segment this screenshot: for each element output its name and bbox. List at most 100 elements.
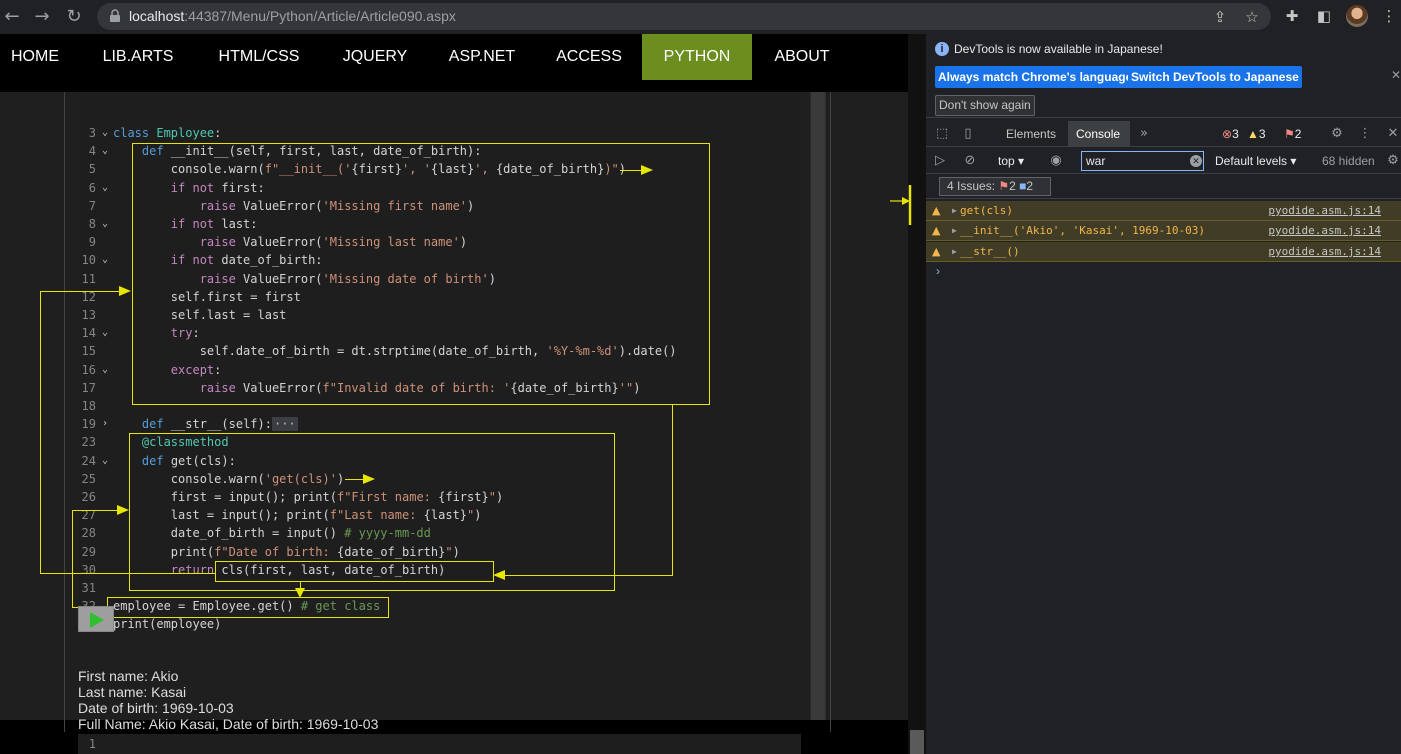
close-banner-icon[interactable]: ✕ [1391,68,1401,82]
close-devtools-icon[interactable]: ✕ [1385,126,1401,142]
code-line[interactable]: 3 ⌄ class Employee: [78,124,801,142]
clear-filter-icon[interactable]: ✕ [1190,155,1202,167]
line-number: 29 [81,544,96,559]
play-icon [90,612,104,628]
code-line[interactable]: 19 › def __str__(self): ··· [78,415,801,433]
fold-chevron-icon[interactable]: ⌄ [102,215,110,233]
nav-jquery[interactable]: JQUERY [332,34,418,80]
nav-python[interactable]: PYTHON [642,34,752,80]
fold-chevron-icon[interactable]: ⌄ [102,251,110,269]
console-prompt-icon[interactable]: › [936,264,940,278]
screen: ← → ↻ localhost:44387/Menu/Python/Articl… [0,0,1401,754]
address-bar[interactable]: localhost:44387/Menu/Python/Article/Arti… [97,3,1271,30]
more-tabs-chevron-icon[interactable]: » [1136,126,1152,142]
warning-triangle-icon: ▲ [932,204,941,217]
extensions-puzzle-icon[interactable]: ✚ [1281,5,1303,27]
console-filter-input[interactable] [1081,151,1204,171]
flow-line-to-init [40,291,124,292]
fold-chevron-icon[interactable]: ⌄ [102,324,110,342]
expand-triangle-icon[interactable]: ▶ [952,242,957,262]
editor-scrollbar[interactable] [810,92,826,720]
annotation-box-init [132,143,710,405]
bookmark-star-icon[interactable]: ☆ [1242,7,1262,27]
line-number: 31 [81,581,96,595]
devtools-menu-icon[interactable]: ⋮ [1357,126,1373,142]
nav-about[interactable]: ABOUT [762,34,842,80]
source-link[interactable]: pyodide.asm.js:14 [1268,242,1381,262]
fold-chevron-icon[interactable]: › [102,415,110,433]
nav-home[interactable]: HOME [0,34,70,80]
forward-icon[interactable]: → [30,5,54,29]
kebab-menu-icon[interactable]: ⋮ [1378,5,1400,27]
url-text[interactable]: localhost:44387/Menu/Python/Article/Arti… [129,8,456,24]
issue-flag-icon: ⚑ [1284,127,1295,141]
issues-button[interactable]: 4 Issues: ⚑2 ■2 [939,177,1051,196]
language-banner: i DevTools is now available in Japanese!… [926,34,1401,118]
run-button[interactable] [78,606,114,632]
fold-chevron-icon[interactable]: ⌄ [102,124,110,142]
nav-lib-arts[interactable]: LIB.ARTS [90,34,186,80]
clear-console-icon[interactable]: ⊘ [962,153,978,169]
share-icon[interactable]: ⇪ [1210,7,1230,27]
sidebar-toggle-icon[interactable]: ▷ [932,153,948,169]
reload-icon[interactable]: ↻ [62,5,86,29]
always-match-language-button[interactable]: Always match Chrome's language [935,66,1136,88]
source-link[interactable]: pyodide.asm.js:14 [1268,221,1381,241]
line-number: 25 [81,471,96,486]
code-text: print(employee) [113,617,222,632]
arrowhead-get-warn [363,474,375,484]
warnings-count-badge[interactable]: ▲3 [1247,127,1266,142]
expand-triangle-icon[interactable]: ▶ [952,201,957,221]
expand-triangle-icon[interactable]: ▶ [952,221,957,241]
fold-chevron-icon[interactable]: ⌄ [102,142,110,160]
line-number: 1 [88,737,96,751]
fold-chevron-icon[interactable]: ⌄ [102,452,110,470]
nav-html-css[interactable]: HTML/CSS [206,34,312,80]
tab-console[interactable]: Console [1068,121,1130,147]
arrowhead-to-get [117,505,129,515]
info-lock-icon[interactable] [109,9,121,23]
live-expression-eye-icon[interactable]: ◉ [1048,153,1064,169]
inspect-element-icon[interactable]: ⬚ [934,126,950,142]
nav-access[interactable]: ACCESS [546,34,632,80]
annotation-box-call [107,597,389,618]
dont-show-again-button[interactable]: Don't show again [935,95,1035,116]
settings-gear-icon[interactable]: ⚙ [1329,126,1345,142]
output-line: First name: Akio [78,668,179,684]
side-panel-icon[interactable]: ◧ [1313,5,1335,27]
line-number: 13 [81,308,96,322]
line-number: 7 [88,198,96,213]
nav-asp-net[interactable]: ASP.NET [438,34,526,80]
error-icon: ⊗ [1222,127,1233,141]
tab-elements[interactable]: Elements [996,121,1064,147]
fold-chevron-icon[interactable]: ⌄ [102,361,110,379]
console-warning-row[interactable]: ▲ ▶ __str__() pyodide.asm.js:14 [926,242,1401,262]
flow-line-left-inner [72,510,73,608]
errors-count-badge[interactable]: ⊗3 [1222,127,1239,142]
console-warning-row[interactable]: ▲ ▶ get(cls) pyodide.asm.js:14 [926,201,1401,221]
flow-line-from-return [40,573,216,574]
page-scrollbar[interactable] [908,34,926,754]
device-toolbar-icon[interactable]: ▯ [960,126,976,142]
line-number: 27 [81,508,96,523]
issues-count-badge[interactable]: ⚑2 [1284,127,1301,142]
console-settings-gear-icon[interactable]: ⚙ [1385,153,1401,169]
issue-red-icon: ⚑ [998,179,1010,193]
editor-scrollbar-thumb[interactable] [811,92,825,720]
source-link[interactable]: pyodide.asm.js:14 [1268,201,1381,221]
back-icon[interactable]: ← [0,5,24,29]
page-scrollbar-thumb[interactable] [910,730,924,754]
profile-avatar[interactable] [1346,5,1368,27]
hidden-count: 68 hidden [1322,154,1375,168]
input-editor[interactable]: 1 [78,734,801,754]
line-number: 16 [81,362,96,377]
console-warning-row[interactable]: ▲ ▶ __init__('Akio', 'Kasai', 1969-10-03… [926,221,1401,241]
log-levels-dropdown[interactable]: Default levels ▾ [1215,154,1296,169]
switch-to-japanese-button[interactable]: Switch DevTools to Japanese [1128,66,1302,88]
annotation-side-arrow [890,185,912,225]
output-line: Last name: Kasai [78,684,187,700]
code-line[interactable]: 33print(employee) [78,615,801,633]
fold-chevron-icon[interactable]: ⌄ [102,179,110,197]
context-selector[interactable]: top ▾ [998,154,1024,169]
devtools-tabbar: ⬚ ▯ Elements Console » ⊗3 ▲3 ⚑2 ⚙ ⋮ ✕ [926,121,1401,147]
